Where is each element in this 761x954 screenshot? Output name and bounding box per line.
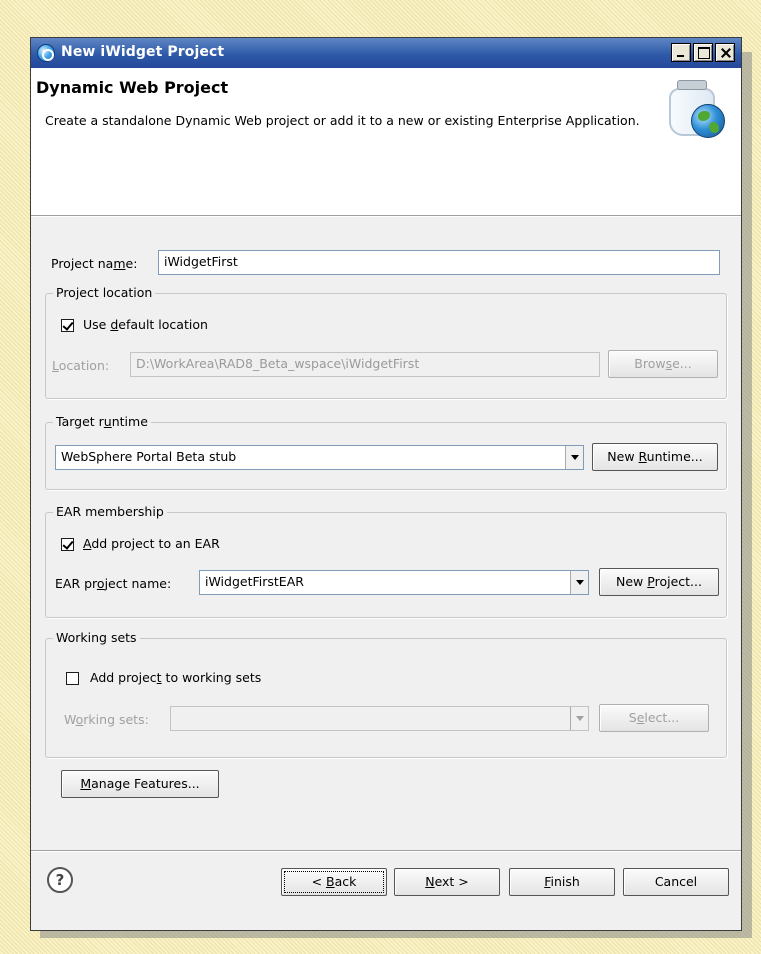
add-to-ear-checkbox[interactable]	[61, 538, 74, 551]
wizard-dialog: New iWidget Project Dynamic Web Project …	[30, 37, 742, 931]
use-default-location-checkbox[interactable]	[61, 319, 74, 332]
page-title: Dynamic Web Project	[36, 78, 229, 97]
working-sets-title: Working sets	[53, 630, 140, 645]
jar-lid-icon	[677, 80, 707, 90]
target-runtime-value: WebSphere Portal Beta stub	[61, 449, 237, 464]
working-sets-label: Working sets:	[64, 712, 149, 727]
location-label: Location:	[52, 358, 110, 373]
page-description: Create a standalone Dynamic Web project …	[45, 113, 640, 128]
project-location-title: Project location	[53, 285, 156, 300]
project-name-label: Project name:	[51, 256, 138, 271]
close-button[interactable]	[715, 43, 735, 62]
ear-project-select[interactable]: iWidgetFirstEAR	[199, 570, 589, 595]
add-to-working-sets-label[interactable]: Add project to working sets	[90, 670, 261, 685]
new-runtime-button[interactable]: New Runtime...	[592, 443, 718, 471]
working-sets-group: Working sets Add project to working sets…	[45, 630, 727, 758]
chevron-down-icon[interactable]	[565, 446, 583, 469]
back-button[interactable]: < Back	[281, 868, 387, 896]
target-runtime-title: Target runtime	[53, 414, 151, 429]
location-input[interactable]: D:\WorkArea\RAD8_Beta_wspace\iWidgetFirs…	[130, 352, 600, 377]
title-bar[interactable]: New iWidget Project	[31, 38, 741, 68]
manage-features-button[interactable]: Manage Features...	[61, 770, 219, 798]
working-sets-select[interactable]	[170, 706, 589, 731]
maximize-button[interactable]	[693, 43, 713, 62]
next-button[interactable]: Next >	[394, 868, 500, 896]
chevron-down-icon[interactable]	[570, 707, 588, 730]
help-icon[interactable]: ?	[47, 867, 73, 893]
use-default-location-label[interactable]: Use default location	[83, 317, 208, 332]
target-runtime-select[interactable]: WebSphere Portal Beta stub	[55, 445, 584, 470]
web-project-wizard-icon	[663, 78, 727, 144]
ear-membership-title: EAR membership	[53, 504, 167, 519]
app-icon	[37, 44, 55, 62]
target-runtime-group: Target runtime WebSphere Portal Beta stu…	[45, 414, 727, 490]
window-controls	[671, 43, 735, 62]
new-project-button[interactable]: New Project...	[599, 568, 719, 596]
chevron-down-icon[interactable]	[570, 571, 588, 594]
add-to-working-sets-checkbox[interactable]	[66, 672, 79, 685]
finish-button[interactable]: Finish	[509, 868, 615, 896]
project-name-input[interactable]: iWidgetFirst	[158, 250, 720, 275]
window-title: New iWidget Project	[61, 44, 225, 60]
add-to-ear-label[interactable]: Add project to an EAR	[83, 536, 220, 551]
minimize-button[interactable]	[671, 43, 691, 62]
ear-membership-group: EAR membership Add project to an EAR EAR…	[45, 504, 727, 618]
project-location-group: Project location Use default location Lo…	[45, 285, 727, 399]
cancel-button[interactable]: Cancel	[623, 868, 729, 896]
wizard-body: Project name: iWidgetFirst Project locat…	[31, 216, 741, 886]
globe-icon	[691, 104, 725, 138]
ear-project-value: iWidgetFirstEAR	[205, 574, 304, 589]
footer-separator	[31, 850, 741, 852]
wizard-header: Dynamic Web Project Create a standalone …	[31, 68, 741, 217]
browse-button[interactable]: Browse...	[608, 350, 718, 378]
select-button[interactable]: Select...	[599, 704, 709, 732]
ear-project-name-label: EAR project name:	[55, 576, 172, 591]
